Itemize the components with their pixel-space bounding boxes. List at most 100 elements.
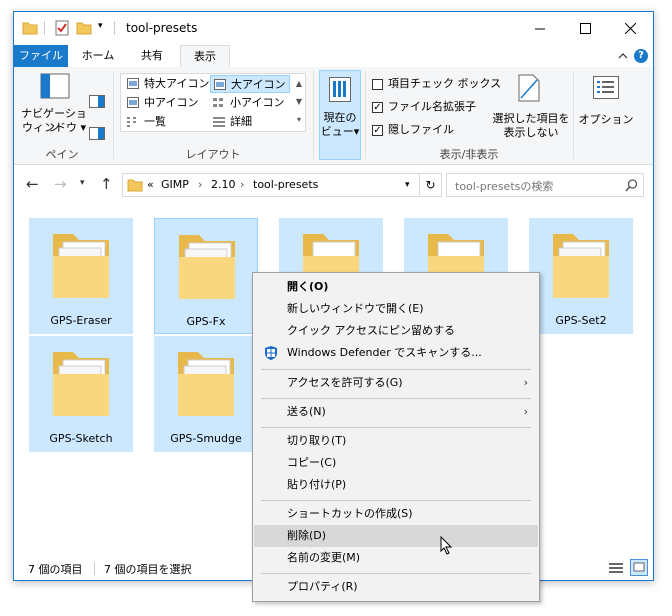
menu-item-delete-label: 削除(D)	[287, 529, 327, 542]
menu-item-copy[interactable]: コピー(C)	[254, 452, 538, 474]
qat-customize-icon[interactable]: ▾	[98, 21, 103, 31]
layout-details[interactable]: 詳細	[210, 113, 290, 131]
ribbon-tabs: ファイル ホーム 共有 表示 ?	[14, 45, 653, 68]
menu-item-cut-label: 切り取り(T)	[287, 434, 347, 447]
breadcrumb-gimp[interactable]: GIMP	[161, 178, 189, 191]
file-extensions-checkbox[interactable]: ✓	[372, 102, 383, 113]
menu-separator	[261, 573, 531, 574]
title-bar: ▾ tool-presets	[14, 12, 653, 45]
preview-pane-icon[interactable]	[89, 95, 105, 109]
menu-item-paste[interactable]: 貼り付け(P)	[254, 474, 538, 496]
menu-item-properties[interactable]: プロパティ(R)	[254, 576, 538, 598]
search-icon[interactable]	[625, 179, 638, 192]
minimize-button[interactable]	[518, 12, 563, 45]
folder-icon	[53, 234, 109, 298]
menu-item-defender-scan[interactable]: Windows Defender でスキャンする...	[254, 342, 538, 364]
layout-extra-large-icons-label: 特大アイコン	[144, 77, 210, 90]
group-label-show-hide: 表示/非表示	[439, 148, 499, 161]
mouse-cursor-icon	[440, 536, 453, 555]
menu-item-give-access[interactable]: アクセスを許可する(G) ›	[254, 372, 538, 394]
menu-item-pin-quick-access[interactable]: クイック アクセスにピン留めする	[254, 320, 538, 342]
gallery-up-icon[interactable]: ▲	[293, 75, 305, 93]
menu-item-open-label: 開く(O)	[287, 280, 329, 293]
options-icon	[593, 76, 619, 99]
menu-item-rename[interactable]: 名前の変更(M)	[254, 547, 538, 569]
folder-item[interactable]: GPS-Eraser	[29, 218, 133, 334]
menu-item-send-to-label: 送る(N)	[287, 405, 326, 418]
properties-icon[interactable]	[54, 20, 70, 36]
folder-icon	[553, 234, 609, 298]
layout-extra-large-icons[interactable]: 特大アイコン	[124, 75, 210, 93]
maximize-button[interactable]	[563, 12, 608, 45]
current-view-label-2-text: ビュー	[320, 125, 354, 138]
folder-item[interactable]: GPS-Sketch	[29, 336, 133, 452]
layout-small-icons[interactable]: 小アイコン	[210, 94, 290, 112]
forward-arrow-icon[interactable]: →	[54, 175, 67, 193]
hidden-items-checkbox[interactable]: ✓	[372, 125, 383, 136]
address-bar[interactable]: « GIMP › 2.10 › tool-presets ▾	[122, 173, 420, 197]
menu-item-create-shortcut[interactable]: ショートカットの作成(S)	[254, 503, 538, 525]
navigation-pane-label-2-text: ウィンドウ	[21, 121, 77, 134]
menu-item-cut[interactable]: 切り取り(T)	[254, 430, 538, 452]
tab-view[interactable]: 表示	[180, 45, 230, 68]
collapse-ribbon-icon[interactable]	[618, 52, 628, 60]
folder-icon	[179, 235, 235, 299]
tab-home[interactable]: ホーム	[72, 45, 124, 67]
search-box[interactable]: tool-presetsの検索	[446, 173, 644, 197]
menu-item-defender-scan-label: Windows Defender でスキャンする...	[287, 346, 482, 359]
gallery-down-icon[interactable]: ▼	[293, 93, 305, 111]
breadcrumb-chevron-icon[interactable]: ›	[198, 178, 202, 191]
tab-share[interactable]: 共有	[126, 45, 178, 67]
hide-selected-icon	[518, 74, 540, 102]
menu-item-give-access-label: アクセスを許可する(G)	[287, 376, 403, 389]
group-label-pane: ペイン	[45, 148, 79, 161]
menu-separator	[261, 369, 531, 370]
layout-large-icons[interactable]: 大アイコン	[210, 75, 290, 93]
folder-label: GPS-Fx	[186, 315, 226, 328]
refresh-icon[interactable]: ↻	[420, 173, 442, 197]
address-dropdown-icon[interactable]: ▾	[405, 180, 410, 190]
recent-locations-icon[interactable]: ▾	[80, 178, 85, 188]
folder-icon	[178, 352, 234, 416]
hide-selected-items-button[interactable]: 選択した項目を 表示しない	[492, 70, 570, 142]
dropdown-arrow-icon: ▾	[76, 121, 87, 134]
close-icon	[625, 23, 636, 34]
folder-item[interactable]: GPS-Set2	[529, 218, 633, 334]
help-icon[interactable]: ?	[634, 49, 648, 63]
navigation-pane-label-2: ウィンドウ ▾	[18, 121, 90, 135]
extra-large-icons-icon	[127, 78, 139, 89]
folder-item[interactable]: GPS-Smudge	[154, 336, 258, 452]
details-view-toggle-icon[interactable]	[608, 561, 624, 575]
layout-list[interactable]: 一覧	[124, 113, 210, 131]
menu-item-open-new-window[interactable]: 新しいウィンドウで開く(E)	[254, 298, 538, 320]
layout-gallery-scroll[interactable]: ▲ ▼ ▾	[293, 75, 305, 130]
menu-item-open[interactable]: 開く(O)	[254, 276, 538, 298]
gallery-more-icon[interactable]: ▾	[293, 111, 305, 129]
breadcrumb-current[interactable]: tool-presets	[253, 178, 318, 191]
title-divider	[114, 21, 115, 35]
options-button[interactable]: オプション	[578, 70, 634, 142]
menu-item-send-to[interactable]: 送る(N) ›	[254, 401, 538, 423]
item-checkboxes-checkbox[interactable]	[372, 79, 383, 90]
layout-gallery: 特大アイコン 大アイコン 中アイコン 小アイコン 一覧 詳細 ▲ ▼ ▾	[120, 73, 306, 132]
back-arrow-icon[interactable]: ←	[26, 175, 39, 193]
group-label-layout: レイアウト	[185, 148, 241, 161]
search-placeholder: tool-presetsの検索	[455, 180, 554, 193]
submenu-arrow-icon: ›	[523, 376, 528, 389]
breadcrumb-chevron-icon[interactable]: ›	[240, 178, 244, 191]
current-view-button[interactable]: 現在の ビュー▾	[319, 70, 361, 160]
menu-item-paste-label: 貼り付け(P)	[287, 478, 347, 491]
up-arrow-icon[interactable]: ↑	[100, 175, 113, 193]
navigation-pane-button[interactable]: ナビゲーション ウィンドウ ▾	[18, 69, 90, 135]
tab-file[interactable]: ファイル	[14, 45, 68, 67]
breadcrumb-version[interactable]: 2.10	[211, 178, 236, 191]
new-folder-icon[interactable]	[76, 20, 92, 36]
folder-item[interactable]: GPS-Fx	[154, 218, 258, 334]
close-button[interactable]	[608, 12, 653, 45]
layout-medium-icons[interactable]: 中アイコン	[124, 94, 210, 112]
options-label: オプション	[578, 113, 634, 126]
details-pane-icon[interactable]	[89, 127, 105, 141]
menu-item-delete[interactable]: 削除(D)	[254, 525, 538, 547]
breadcrumb-overflow[interactable]: «	[147, 178, 154, 191]
large-icons-toggle-icon[interactable]	[630, 559, 648, 576]
